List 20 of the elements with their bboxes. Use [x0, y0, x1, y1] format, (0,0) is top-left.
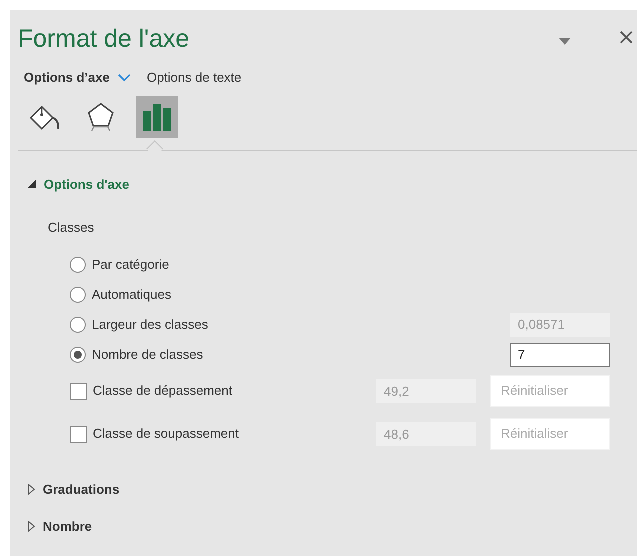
collapse-triangle-icon [28, 180, 36, 188]
checkbox-option[interactable]: Classe de dépassement [70, 381, 232, 401]
checkbox-option[interactable]: Classe de soupassement [70, 424, 239, 444]
chevron-icon[interactable] [118, 74, 131, 82]
radio-option[interactable]: Nombre de classes [70, 344, 204, 364]
radio-option[interactable]: Automatiques [70, 284, 172, 304]
radio-option[interactable]: Par catégorie [70, 254, 170, 274]
expand-triangle-icon [28, 521, 35, 532]
tab[interactable]: Options de texte [146, 68, 242, 88]
radio-option[interactable]: Largeur des classes [70, 314, 208, 334]
input-field[interactable]: 7 [510, 342, 610, 366]
group-label: Classes [48, 219, 96, 237]
panel-title: Format de l'axe [18, 24, 190, 54]
section-header[interactable]: Graduations [28, 480, 120, 499]
section-header[interactable]: Options d'axe [28, 174, 130, 194]
section-header[interactable]: Nombre [28, 517, 92, 536]
close-icon[interactable] [620, 30, 633, 46]
bar-chart-tab[interactable] [136, 96, 178, 138]
expand-triangle-icon [28, 484, 35, 495]
tab[interactable]: Options d’axe [24, 68, 110, 88]
